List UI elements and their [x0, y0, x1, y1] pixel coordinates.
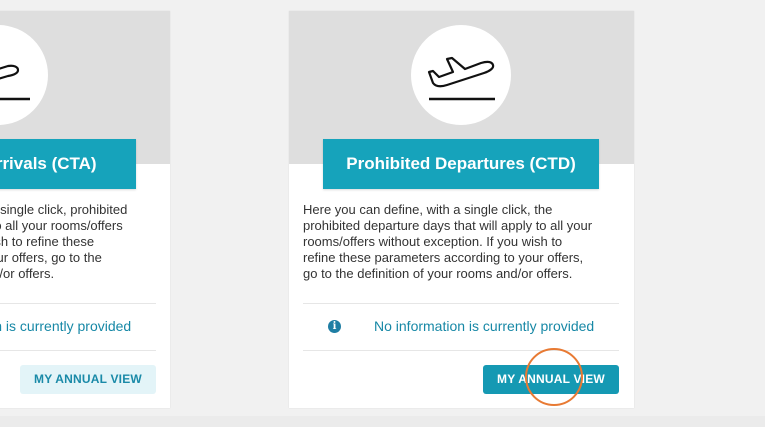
- plane-takeoff-icon: [411, 25, 511, 125]
- info-message: No information is currently provided: [374, 318, 595, 334]
- divider: [0, 350, 156, 351]
- description-line: without exception. If you wish to refine…: [0, 234, 95, 249]
- card-prohibited-arrivals: Prohibited Arrivals (CTA) Here you can d…: [0, 11, 170, 408]
- description-line: go to the definition of your rooms and/o…: [303, 266, 573, 281]
- card-description: Here you can define, with a single click…: [0, 202, 159, 282]
- divider: [0, 303, 156, 304]
- divider: [303, 350, 619, 351]
- info-message: No information is currently provided: [0, 318, 132, 334]
- description-line: Here you can define, with a single click…: [0, 202, 128, 217]
- my-annual-view-button[interactable]: MY ANNUAL VIEW: [483, 365, 619, 394]
- card-title: Prohibited Arrivals (CTA): [0, 139, 136, 189]
- info-icon: i: [328, 320, 341, 333]
- description-line: prohibited departure days that will appl…: [303, 218, 593, 233]
- description-line: parameters according to your offers, go …: [0, 250, 102, 265]
- page-stage: Prohibited Arrivals (CTA) Here you can d…: [0, 0, 765, 427]
- card-prohibited-departures: Prohibited Departures (CTD) Here you can…: [289, 11, 634, 408]
- card-title: Prohibited Departures (CTD): [323, 139, 599, 189]
- divider: [303, 303, 619, 304]
- description-line: definition of your rooms and/or offers.: [0, 266, 55, 281]
- my-annual-view-button[interactable]: MY ANNUAL VIEW: [20, 365, 156, 394]
- description-line: arrival days that will apply to all your…: [0, 218, 123, 233]
- footer-strip: [0, 416, 765, 427]
- description-line: Here you can define, with a single click…: [303, 202, 553, 217]
- description-line: rooms/offers without exception. If you w…: [303, 234, 563, 249]
- card-description: Here you can define, with a single click…: [303, 202, 628, 282]
- description-line: refine these parameters according to you…: [303, 250, 584, 265]
- plane-landing-icon: [0, 25, 48, 125]
